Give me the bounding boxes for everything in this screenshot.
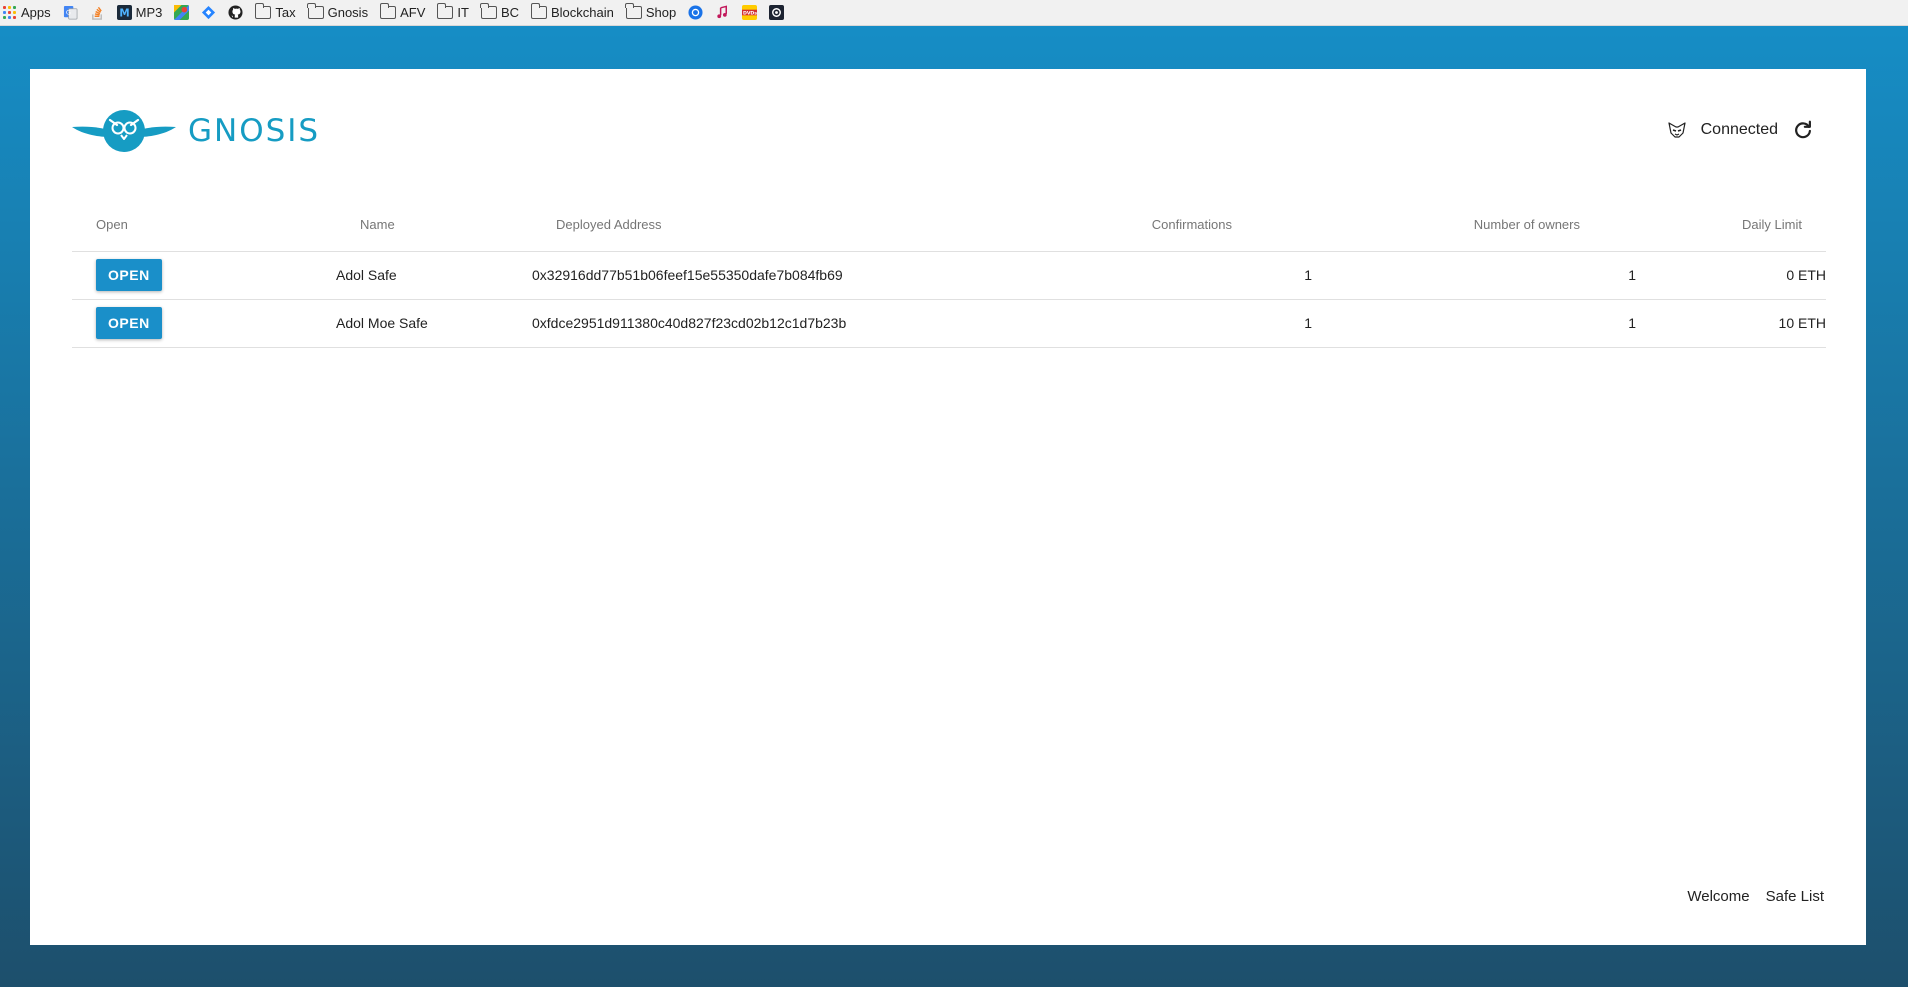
header-open: Open <box>72 199 312 252</box>
bookmark-folder-label: AFV <box>400 5 426 20</box>
safe-daily-limit: 0 ETH <box>1636 251 1826 300</box>
safe-owners: 1 <box>1312 251 1636 300</box>
header-number-of-owners: Number of owners <box>1312 199 1636 252</box>
bookmark-translate[interactable]: G <box>63 5 78 20</box>
bookmark-folder-label: BC <box>500 5 519 20</box>
table-row: OPEN Adol Safe 0x32916dd77b51b06feef15e5… <box>72 251 1826 300</box>
translate-icon: G <box>63 5 78 20</box>
status-text: Connected <box>1700 121 1778 138</box>
bookmark-folder-blockchain[interactable]: Blockchain <box>530 3 614 20</box>
safe-confirmations: 1 <box>1072 251 1312 300</box>
bookmark-dvds[interactable]: DVDs <box>742 5 758 20</box>
safe-confirmations: 1 <box>1072 299 1312 348</box>
logo-wordmark: GNOSIS <box>188 113 321 149</box>
bookmark-mp3[interactable]: M MP3 <box>116 5 163 20</box>
bookmarks-bar: Apps G M MP3 Tax Gnosis AFV IT BC Blockc… <box>0 0 1908 26</box>
safe-name: Adol Safe <box>312 251 508 300</box>
safe-owners: 1 <box>1312 299 1636 348</box>
bookmark-folder-tax[interactable]: Tax <box>254 3 296 20</box>
safe-name: Adol Moe Safe <box>312 299 508 348</box>
bookmark-folder-label: Tax <box>275 5 296 20</box>
folder-icon <box>436 3 454 19</box>
header-name: Name <box>312 199 508 252</box>
bookmark-folder-label: Blockchain <box>551 5 614 20</box>
svg-text:M: M <box>119 8 129 20</box>
bookmark-folder-shop[interactable]: Shop <box>625 3 677 20</box>
svg-text:DVDs: DVDs <box>743 10 757 16</box>
safe-address: 0xfdce2951d911380c40d827f23cd02b12c1d7b2… <box>508 299 1072 348</box>
nav-safe-list-link[interactable]: Safe List <box>1766 888 1824 905</box>
open-cell: OPEN <box>72 299 312 348</box>
bookmark-folder-afv[interactable]: AFV <box>379 3 426 20</box>
gnosis-owl-icon <box>72 110 176 152</box>
open-safe-button[interactable]: OPEN <box>96 259 162 291</box>
header-deployed-address: Deployed Address <box>508 199 1072 252</box>
folder-icon <box>254 3 272 19</box>
folder-icon <box>307 3 324 19</box>
safe-address: 0x32916dd77b51b06feef15e55350dafe7b084fb… <box>508 251 1072 300</box>
bookmark-dark-app[interactable] <box>769 5 785 20</box>
refresh-icon[interactable] <box>1792 119 1814 141</box>
nav-welcome-link[interactable]: Welcome <box>1687 888 1749 905</box>
bookmark-folder-bc[interactable]: BC <box>480 3 519 20</box>
github-icon <box>228 5 243 20</box>
header-confirmations: Confirmations <box>1072 199 1312 252</box>
gnosis-logo[interactable]: GNOSIS <box>72 109 320 153</box>
folder-icon <box>480 3 497 19</box>
bookmark-apps-label: Apps <box>21 5 51 20</box>
table-header-row: Open Name Deployed Address Confirmations… <box>72 199 1826 252</box>
bookmark-stackoverflow[interactable] <box>90 5 105 20</box>
stackoverflow-icon <box>91 6 102 20</box>
footer-nav: Welcome Safe List <box>1687 888 1824 905</box>
bookmark-maps[interactable] <box>174 5 190 20</box>
bookmark-chrome[interactable] <box>688 5 703 20</box>
safe-list-table: Open Name Deployed Address Confirmations… <box>72 199 1826 348</box>
mp3-site-icon: M <box>116 5 132 20</box>
bookmark-folder-it[interactable]: IT <box>436 3 469 20</box>
open-safe-button[interactable]: OPEN <box>96 307 162 339</box>
svg-text:G: G <box>65 8 70 16</box>
dark-app-icon <box>769 5 785 20</box>
bookmark-folder-label: Gnosis <box>327 5 369 20</box>
folder-icon <box>530 3 547 19</box>
folder-icon <box>379 3 397 19</box>
dvds-icon: DVDs <box>742 5 758 20</box>
jira-icon <box>202 5 216 20</box>
folder-icon <box>625 3 642 19</box>
bookmark-folder-label: Shop <box>645 5 677 20</box>
safe-daily-limit: 10 ETH <box>1636 299 1826 348</box>
table-row: OPEN Adol Moe Safe 0xfdce2951d911380c40d… <box>72 299 1826 348</box>
bookmark-github[interactable] <box>228 5 243 20</box>
bookmark-folder-gnosis[interactable]: Gnosis <box>307 3 369 20</box>
apps-grid-icon <box>2 5 17 20</box>
bookmark-mp3-label: MP3 <box>135 5 163 20</box>
maps-icon <box>174 5 190 20</box>
open-cell: OPEN <box>72 251 312 300</box>
header-daily-limit: Daily Limit <box>1636 199 1826 252</box>
bookmark-music[interactable] <box>715 5 730 20</box>
connection-status: Connected <box>1667 119 1814 141</box>
main-panel: GNOSIS Connected Open Name Deployed Addr… <box>30 69 1866 945</box>
chrome-icon <box>688 5 703 20</box>
bookmark-jira[interactable] <box>201 5 216 20</box>
bookmark-apps[interactable]: Apps <box>2 5 51 20</box>
bookmark-folder-label: IT <box>457 5 469 20</box>
music-icon <box>717 5 728 19</box>
metamask-fox-icon <box>1668 122 1686 138</box>
